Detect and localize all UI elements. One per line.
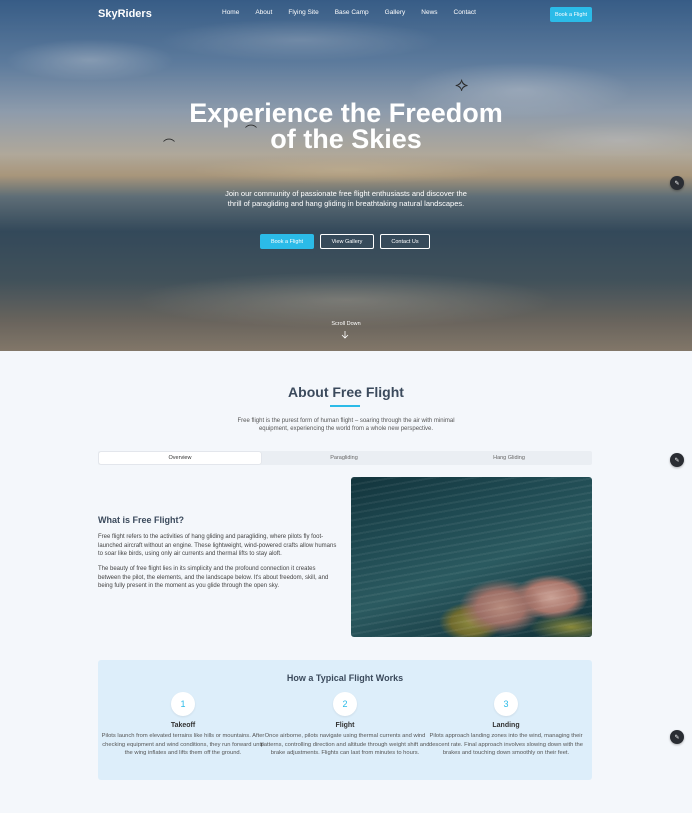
nav-about[interactable]: About xyxy=(255,9,272,16)
scroll-down-label[interactable]: Scroll Down xyxy=(316,321,376,327)
step-title: Landing xyxy=(492,722,520,729)
step-description: Pilots approach landing zones into the w… xyxy=(428,733,584,756)
tab-paragliding[interactable]: Paragliding xyxy=(262,452,426,464)
step-title: Takeoff xyxy=(170,722,196,729)
how-it-works-section: How a Typical Flight Works 1 Takeoff Pil… xyxy=(98,660,592,780)
nav-contact[interactable]: Contact xyxy=(454,9,476,16)
contact-us-button[interactable]: Contact Us xyxy=(380,234,430,249)
chat-widget-icon[interactable]: ✎ xyxy=(670,453,684,467)
content-heading: What is Free Flight? xyxy=(98,515,185,525)
how-title: How a Typical Flight Works xyxy=(286,673,404,683)
content-paragraph-2: The beauty of free flight lies in its si… xyxy=(98,566,329,590)
step-description: Pilots launch from elevated terrains lik… xyxy=(101,733,265,756)
step-takeoff: 1 Takeoff Pilots launch from elevated te… xyxy=(98,692,268,758)
step-description: Once airborne, pilots navigate using the… xyxy=(260,733,430,756)
title-underline xyxy=(330,405,360,407)
hero-subtitle: Join our community of passionate free fl… xyxy=(225,189,467,208)
view-gallery-button[interactable]: View Gallery xyxy=(320,234,374,249)
chat-widget-icon[interactable]: ✎ xyxy=(670,730,684,744)
nav-flying-site[interactable]: Flying Site xyxy=(288,9,318,16)
nav-news[interactable]: News xyxy=(421,9,437,16)
arrow-down-icon[interactable] xyxy=(340,331,350,341)
tab-hang-gliding[interactable]: Hang Gliding xyxy=(427,452,591,464)
chat-widget-icon[interactable]: ✎ xyxy=(670,176,684,190)
content-paragraph-1: Free flight refers to the activities of … xyxy=(98,534,337,558)
coastal-rocks-image xyxy=(351,477,592,637)
step-number: 1 xyxy=(171,692,195,716)
top-nav: SkyRiders Home About Flying Site Base Ca… xyxy=(0,6,692,24)
bird-icon: ⟡ xyxy=(455,74,469,96)
about-title: About Free Flight xyxy=(288,384,404,400)
step-landing: 3 Landing Pilots approach landing zones … xyxy=(421,692,591,758)
hero-title: Experience the Freedom of the Skies xyxy=(189,98,503,154)
tab-overview[interactable]: Overview xyxy=(99,452,261,464)
about-tabs: Overview Paragliding Hang Gliding xyxy=(98,451,592,465)
hero-book-button[interactable]: Book a Flight xyxy=(260,234,314,249)
nav-base-camp[interactable]: Base Camp xyxy=(335,9,369,16)
nav-book-button[interactable]: Book a Flight xyxy=(550,7,592,22)
step-number: 2 xyxy=(333,692,357,716)
step-number: 3 xyxy=(494,692,518,716)
site-logo[interactable]: SkyRiders xyxy=(98,8,152,20)
about-description: Free flight is the purest form of human … xyxy=(237,418,455,432)
bird-icon: ⌒ xyxy=(163,138,176,152)
nav-links: Home About Flying Site Base Camp Gallery… xyxy=(222,9,476,16)
hero-section: ⟡ ⌒ ⌒ SkyRiders Home About Flying Site B… xyxy=(0,0,692,351)
step-title: Flight xyxy=(335,722,355,729)
nav-gallery[interactable]: Gallery xyxy=(385,9,406,16)
step-flight: 2 Flight Once airborne, pilots navigate … xyxy=(260,692,430,758)
nav-home[interactable]: Home xyxy=(222,9,239,16)
